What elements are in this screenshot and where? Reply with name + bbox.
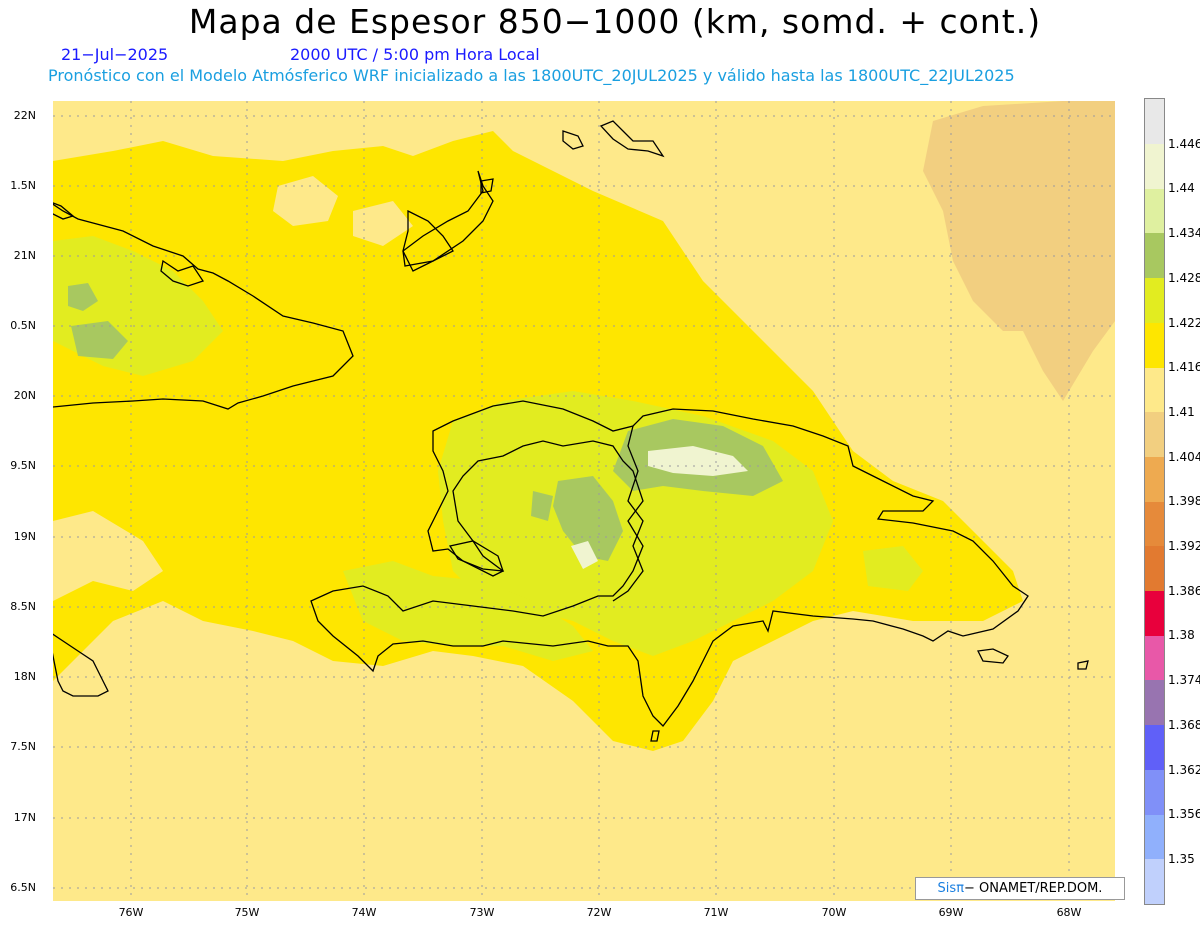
model-description: Pronóstico con el Modelo Atmósferico WRF… — [48, 66, 1015, 85]
lat-label-20-5n: 0.5N — [10, 319, 36, 332]
colorbar-seg-17 — [1145, 859, 1164, 904]
colorbar-seg-15 — [1145, 770, 1164, 815]
lon-label-69w: 69W — [938, 906, 964, 919]
lat-label-21-5n: 1.5N — [10, 179, 36, 192]
colorbar-label-1356: 1.356 — [1168, 807, 1200, 821]
colorbar-seg-9 — [1145, 502, 1164, 546]
lon-label-72w: 72W — [586, 906, 612, 919]
colorbar-seg-7 — [1145, 412, 1164, 457]
lat-label-21n: 21N — [13, 249, 36, 262]
lat-label-19-5n: 9.5N — [10, 459, 36, 472]
lon-label-70w: 70W — [821, 906, 847, 919]
credit-brand: Sis — [937, 881, 957, 896]
colorbar-label-1446: 1.446 — [1168, 137, 1200, 151]
colorbar-seg-2 — [1145, 189, 1164, 233]
colorbar-label-1404: 1.404 — [1168, 450, 1200, 464]
colorbar-label-1428: 1.428 — [1168, 271, 1200, 285]
map-canvas — [53, 101, 1115, 901]
lat-label-22n: 22N — [13, 109, 36, 122]
colorbar-seg-14 — [1145, 725, 1164, 770]
contour-1404-ne — [923, 101, 1115, 401]
colorbar-label-1368: 1.368 — [1168, 718, 1200, 732]
lat-label-20n: 20N — [13, 389, 36, 402]
shaded-contours — [53, 101, 1115, 751]
colorbar-seg-0 — [1145, 99, 1164, 144]
colorbar-seg-3 — [1145, 233, 1164, 278]
colorbar-seg-4 — [1145, 278, 1164, 323]
colorbar-seg-11 — [1145, 591, 1164, 636]
colorbar-label-1362: 1.362 — [1168, 763, 1200, 777]
coast-island-n1 — [599, 120, 665, 158]
valid-time: 2000 UTC / 5:00 pm Hora Local — [290, 45, 540, 64]
coast-islet-se — [1077, 660, 1089, 670]
pi-icon: π — [956, 881, 965, 896]
credit-box: Sisπ− ONAMET/REP.DOM. — [915, 877, 1125, 900]
colorbar-seg-12 — [1145, 636, 1164, 680]
lon-label-68w: 68W — [1056, 906, 1082, 919]
credit-text: − ONAMET/REP.DOM. — [964, 881, 1103, 896]
coast-island-n2 — [562, 130, 584, 150]
colorbar-label-1398: 1.398 — [1168, 494, 1200, 508]
colorbar — [1144, 98, 1165, 905]
lat-label-19n: 19N — [13, 530, 36, 543]
thickness-map — [53, 101, 1115, 901]
lat-label-18n: 18N — [13, 670, 36, 683]
colorbar-label-1440: 1.44 — [1168, 181, 1195, 195]
colorbar-label-1380: 1.38 — [1168, 628, 1195, 642]
colorbar-seg-8 — [1145, 457, 1164, 502]
lon-label-75w: 75W — [234, 906, 260, 919]
lat-label-16-5n: 6.5N — [10, 881, 36, 894]
colorbar-seg-13 — [1145, 680, 1164, 725]
colorbar-label-1386: 1.386 — [1168, 584, 1200, 598]
lon-label-76w: 76W — [118, 906, 144, 919]
colorbar-label-1422: 1.422 — [1168, 316, 1200, 330]
colorbar-seg-16 — [1145, 815, 1164, 859]
lat-label-17n: 17N — [13, 811, 36, 824]
colorbar-label-1434: 1.434 — [1168, 226, 1200, 240]
colorbar-seg-10 — [1145, 546, 1164, 591]
colorbar-label-1374: 1.374 — [1168, 673, 1200, 687]
lon-label-74w: 74W — [351, 906, 377, 919]
lon-label-71w: 71W — [703, 906, 729, 919]
map-title: Mapa de Espesor 850−1000 (km, somd. + co… — [188, 2, 1042, 41]
colorbar-seg-6 — [1145, 368, 1164, 412]
colorbar-seg-1 — [1145, 144, 1164, 189]
lat-label-17-5n: 7.5N — [10, 740, 36, 753]
colorbar-seg-5 — [1145, 323, 1164, 368]
lat-label-18-5n: 8.5N — [10, 600, 36, 613]
lon-label-73w: 73W — [469, 906, 495, 919]
colorbar-label-1350: 1.35 — [1168, 852, 1195, 866]
forecast-date: 21−Jul−2025 — [61, 45, 169, 64]
coast-islet-e — [977, 648, 1009, 664]
colorbar-label-1392: 1.392 — [1168, 539, 1200, 553]
colorbar-label-1410: 1.41 — [1168, 405, 1195, 419]
colorbar-label-1416: 1.416 — [1168, 360, 1200, 374]
